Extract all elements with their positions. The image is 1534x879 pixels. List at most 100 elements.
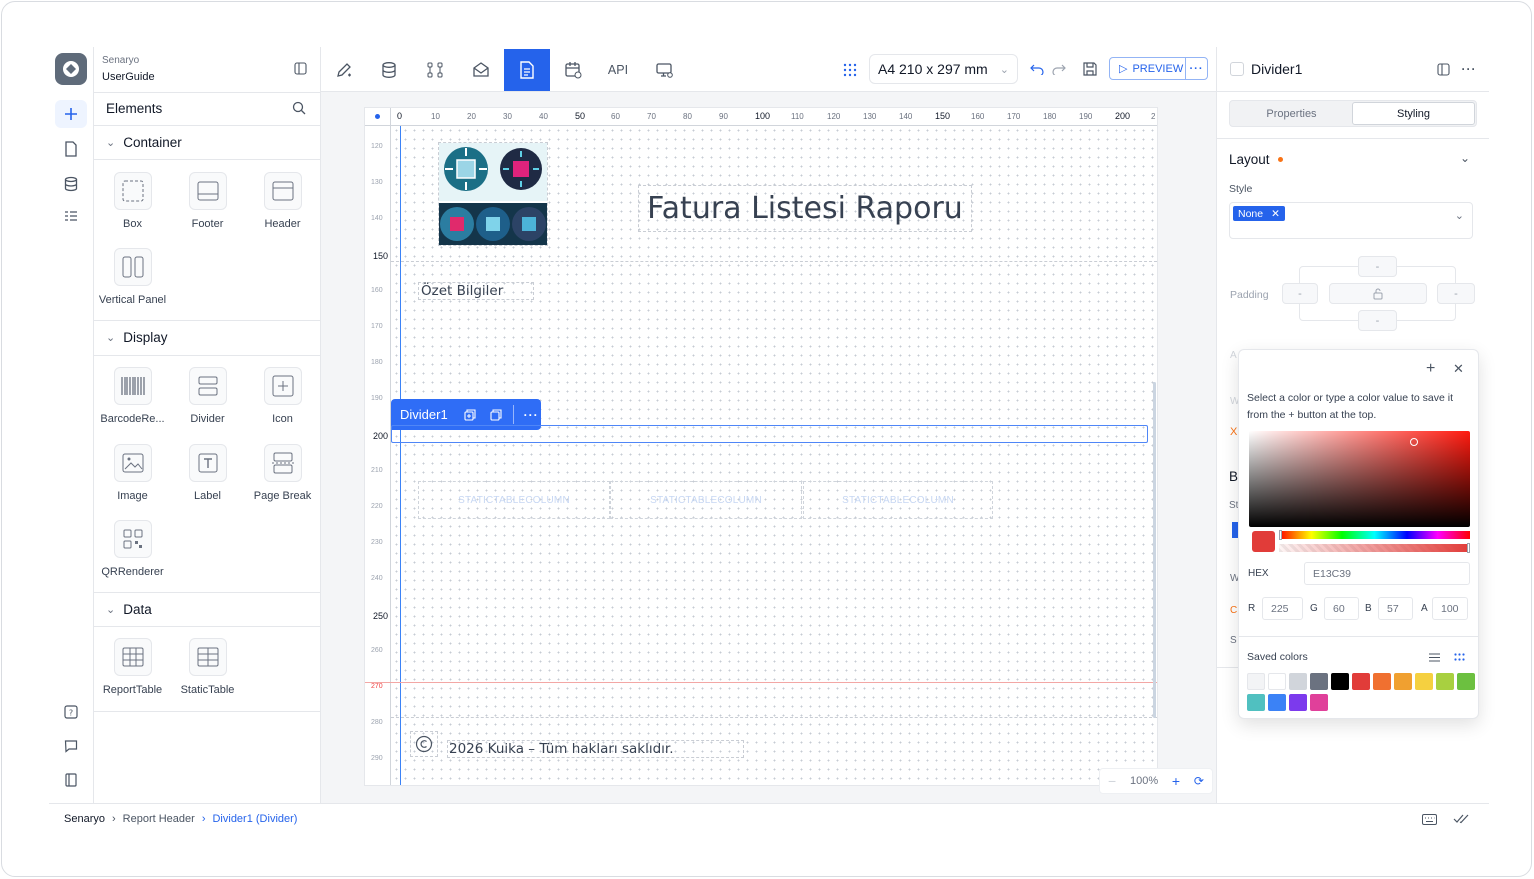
workflow-icon[interactable] [412,49,458,91]
collapse-panel-icon[interactable] [292,60,308,76]
element-icon[interactable]: Icon [245,367,320,425]
breadcrumb-item[interactable]: Report Header [123,813,195,825]
saved-color-swatch[interactable] [1289,694,1307,711]
hue-handle[interactable] [1279,530,1282,540]
section-display[interactable]: ⌄ Display [106,330,167,345]
red-input[interactable]: 225 [1262,597,1303,620]
section-data[interactable]: ⌄ Data [106,602,152,617]
list-view-icon[interactable] [1427,650,1441,664]
saved-color-swatch[interactable] [1247,694,1265,711]
page-icon[interactable] [55,135,87,163]
zoom-out-icon[interactable]: − [1108,773,1116,789]
docs-book-icon[interactable] [55,766,87,794]
alpha-input[interactable]: 100 [1432,597,1468,620]
search-icon[interactable] [291,100,307,116]
element-vertical-panel[interactable]: Vertical Panel [95,248,170,306]
element-divider[interactable]: Divider [170,367,245,425]
saved-color-swatch[interactable] [1394,673,1412,690]
outline-tree-icon[interactable] [55,203,87,231]
chat-icon[interactable] [55,732,87,760]
tab-properties[interactable]: Properties [1231,102,1352,125]
grid-dots-icon[interactable] [840,60,860,80]
preview-button[interactable]: ▷ PREVIEW ··· [1109,57,1208,80]
style-select[interactable]: None ✕ ⌄ [1229,202,1473,239]
padding-right-input[interactable]: - [1437,283,1475,304]
redo-icon[interactable] [1050,60,1068,78]
copyright-icon[interactable] [410,731,438,757]
remove-chip-icon[interactable]: ✕ [1271,208,1280,220]
page-size-select[interactable]: A4 210 x 297 mm ⌄ [869,54,1018,84]
green-input[interactable]: 60 [1324,597,1359,620]
help-icon[interactable]: ? [55,698,87,726]
chevron-down-icon[interactable]: ⌄ [1460,151,1470,165]
reset-zoom-icon[interactable]: ⟳ [1194,774,1204,788]
element-header[interactable]: Header [245,172,320,230]
keyboard-icon[interactable] [1420,812,1438,826]
selected-divider-element[interactable] [391,425,1148,443]
panel-layout-icon[interactable] [1434,60,1452,78]
layout-section-header[interactable]: Layout [1229,152,1283,167]
padding-lock[interactable] [1329,283,1427,304]
add-element-icon[interactable] [55,100,87,128]
report-document-icon[interactable] [504,49,550,91]
zoom-in-icon[interactable]: + [1172,773,1180,789]
saved-color-swatch[interactable] [1310,673,1328,690]
element-footer[interactable]: Footer [170,172,245,230]
saved-color-swatch[interactable] [1247,673,1265,690]
more-options-icon[interactable]: ··· [1460,60,1478,78]
report-title-label[interactable]: Fatura Listesi Raporu [638,185,972,232]
alpha-slider[interactable] [1279,543,1470,553]
datasource-icon[interactable] [55,170,87,198]
saved-color-swatch[interactable] [1289,673,1307,690]
copy-icon[interactable] [486,405,506,425]
undo-icon[interactable] [1028,60,1046,78]
static-table-column[interactable]: STATICTABLECOLUMN [418,481,610,519]
hue-slider[interactable] [1279,530,1470,540]
edit-pen-icon[interactable] [321,49,367,91]
more-options-icon[interactable]: ··· [1185,58,1207,79]
element-label-tile[interactable]: Label [170,444,245,502]
add-color-icon[interactable]: + [1426,360,1435,378]
saved-color-swatch[interactable] [1310,694,1328,711]
static-table-column[interactable]: STATICTABLECOLUMN [610,481,802,519]
save-icon[interactable] [1081,60,1099,78]
saved-color-swatch[interactable] [1268,673,1286,690]
api-tab[interactable]: API [595,49,641,91]
padding-bottom-input[interactable]: - [1358,310,1397,331]
padding-top-input[interactable]: - [1358,256,1397,277]
monitor-settings-icon[interactable] [641,49,687,91]
schedule-calendar-icon[interactable] [550,49,596,91]
report-logo-image[interactable] [438,142,548,246]
canvas-scrollbar[interactable] [1153,382,1156,718]
element-box[interactable]: Box [95,172,170,230]
saved-color-swatch[interactable] [1457,673,1475,690]
blue-input[interactable]: 57 [1378,597,1413,620]
close-icon[interactable]: ✕ [1453,361,1464,377]
section-container[interactable]: ⌄ Container [106,135,182,150]
saved-color-swatch[interactable] [1415,673,1433,690]
breadcrumb-item[interactable]: Senaryo [64,813,105,825]
static-table-column[interactable]: STATICTABLECOLUMN [803,481,993,519]
element-image[interactable]: Image [95,444,170,502]
summary-section-label[interactable]: Özet Bilgiler [418,282,534,300]
hex-input[interactable]: E13C39 [1304,562,1470,585]
element-qrrenderer[interactable]: QRRenderer [95,520,170,578]
grid-view-icon[interactable] [1452,650,1466,664]
database-icon[interactable] [366,49,412,91]
element-barcode[interactable]: BarcodeRe... [95,367,170,425]
validate-check-icon[interactable] [1452,812,1470,826]
saved-color-swatch[interactable] [1352,673,1370,690]
padding-left-input[interactable]: - [1282,283,1318,304]
alpha-handle[interactable] [1467,543,1470,553]
saved-color-swatch[interactable] [1373,673,1391,690]
element-report-table[interactable]: ReportTable [95,638,170,696]
mail-icon[interactable] [458,49,504,91]
saved-color-swatch[interactable] [1268,694,1286,711]
footer-copyright-label[interactable]: 2026 Kuika – Tüm hakları saklıdır. [447,740,744,758]
color-handle[interactable] [1410,438,1418,446]
duplicate-icon[interactable] [460,405,480,425]
breadcrumb-item-current[interactable]: Divider1 (Divider) [212,813,297,825]
tab-styling[interactable]: Styling [1352,102,1475,125]
saturation-value-area[interactable] [1249,431,1470,527]
element-static-table[interactable]: StaticTable [170,638,245,696]
